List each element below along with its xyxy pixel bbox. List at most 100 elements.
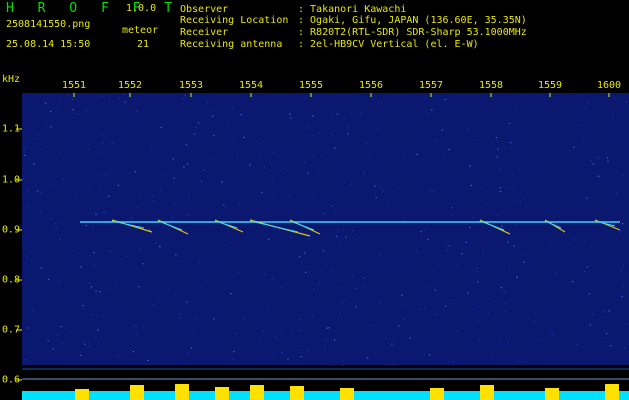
noise-speckle xyxy=(344,347,346,349)
noise-speckle xyxy=(117,353,120,356)
noise-speckle xyxy=(427,349,430,351)
time-tick: 1559 xyxy=(537,80,563,91)
noise-speckle xyxy=(521,197,524,199)
noise-speckle xyxy=(79,253,81,255)
noise-speckle xyxy=(427,287,430,289)
noise-speckle xyxy=(74,194,76,196)
noise-speckle xyxy=(130,217,132,219)
noise-speckle xyxy=(590,160,592,162)
noise-speckle xyxy=(76,234,79,236)
noise-speckle xyxy=(76,268,78,270)
noise-speckle xyxy=(595,230,598,232)
noise-speckle xyxy=(258,338,260,340)
noise-speckle xyxy=(99,108,102,110)
noise-speckle xyxy=(392,197,394,199)
noise-speckle xyxy=(115,328,117,330)
noise-speckle xyxy=(336,208,339,210)
noise-speckle xyxy=(532,352,534,354)
noise-speckle xyxy=(328,327,330,329)
noise-speckle xyxy=(312,305,315,307)
noise-speckle xyxy=(448,148,450,151)
noise-speckle xyxy=(492,146,495,148)
noise-speckle xyxy=(503,264,505,266)
noise-speckle xyxy=(338,303,341,305)
noise-speckle xyxy=(495,137,498,139)
noise-speckle xyxy=(240,114,242,116)
noise-speckle xyxy=(53,193,55,195)
noise-speckle xyxy=(258,143,260,145)
noise-speckle xyxy=(596,311,598,313)
noise-speckle xyxy=(234,332,236,334)
noise-speckle xyxy=(533,108,535,111)
noise-speckle xyxy=(489,265,491,267)
noise-speckle xyxy=(32,309,34,311)
noise-speckle xyxy=(329,270,332,273)
noise-speckle xyxy=(155,125,158,127)
noise-speckle xyxy=(473,140,476,142)
noise-speckle xyxy=(281,286,283,289)
time-tick: 1555 xyxy=(298,80,324,91)
noise-speckle xyxy=(123,93,125,95)
noise-speckle xyxy=(72,109,74,111)
power-spike xyxy=(215,387,229,400)
noise-speckle xyxy=(446,146,449,148)
noise-speckle xyxy=(579,129,581,132)
noise-speckle xyxy=(263,305,266,308)
noise-speckle xyxy=(583,240,586,243)
noise-speckle xyxy=(595,156,598,158)
noise-speckle xyxy=(39,185,41,187)
noise-speckle xyxy=(322,212,325,214)
noise-speckle xyxy=(165,295,168,297)
noise-speckle xyxy=(443,100,446,102)
noise-speckle xyxy=(319,309,321,311)
noise-speckle xyxy=(36,181,39,183)
noise-speckle xyxy=(181,260,183,263)
noise-speckle xyxy=(418,130,420,132)
noise-speckle xyxy=(40,210,42,212)
noise-speckle xyxy=(621,296,623,298)
noise-speckle xyxy=(343,165,345,167)
noise-speckle xyxy=(487,227,489,229)
noise-speckle xyxy=(462,183,464,185)
noise-speckle xyxy=(421,113,423,115)
noise-speckle xyxy=(315,252,317,255)
noise-speckle xyxy=(31,303,34,305)
noise-speckle xyxy=(101,134,103,136)
noise-speckle xyxy=(385,227,387,229)
noise-speckle xyxy=(126,288,129,290)
noise-speckle xyxy=(415,250,418,252)
noise-speckle xyxy=(530,161,533,163)
noise-speckle xyxy=(522,360,525,362)
noise-speckle xyxy=(125,334,128,336)
noise-speckle xyxy=(29,251,31,253)
noise-speckle xyxy=(203,169,205,171)
noise-speckle xyxy=(304,161,306,163)
noise-speckle xyxy=(160,98,163,100)
noise-speckle xyxy=(179,249,181,251)
noise-speckle xyxy=(491,188,493,190)
noise-speckle xyxy=(444,305,447,307)
noise-speckle xyxy=(500,362,502,364)
noise-speckle xyxy=(432,138,435,141)
noise-speckle xyxy=(431,109,433,111)
noise-speckle xyxy=(509,108,511,110)
noise-speckle xyxy=(56,355,59,357)
noise-speckle xyxy=(351,277,354,279)
noise-speckle xyxy=(101,147,104,149)
noise-speckle xyxy=(619,231,622,233)
noise-speckle xyxy=(579,119,582,121)
noise-speckle xyxy=(91,314,94,316)
noise-speckle xyxy=(130,329,132,331)
noise-speckle xyxy=(155,242,157,244)
noise-speckle xyxy=(38,258,41,260)
noise-speckle xyxy=(250,162,252,164)
noise-speckle xyxy=(158,183,161,185)
noise-speckle xyxy=(491,304,493,306)
noise-speckle xyxy=(307,172,309,174)
noise-speckle xyxy=(73,302,75,304)
noise-speckle xyxy=(132,324,135,327)
freq-tick: 1.1 xyxy=(2,123,21,135)
noise-speckle xyxy=(172,217,174,219)
noise-speckle xyxy=(502,259,504,261)
noise-speckle xyxy=(312,115,314,117)
